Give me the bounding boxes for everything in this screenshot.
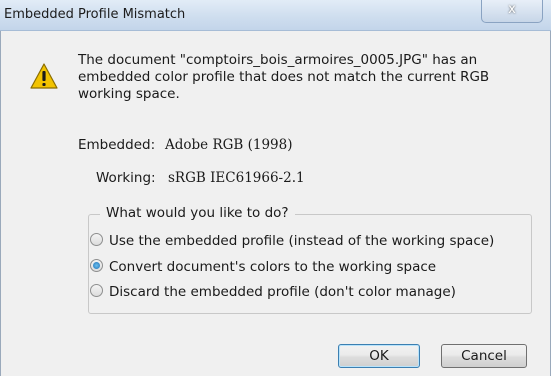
radio-discard[interactable] [90,284,103,297]
options-legend: What would you like to do? [100,205,295,221]
working-value: sRGB IEC61966-2.1 [168,170,305,186]
option-use-embedded-label: Use the embedded profile (instead of the… [109,233,495,249]
warning-icon [30,63,58,89]
option-convert[interactable]: Convert document's colors to the working… [90,259,436,279]
window-title: Embedded Profile Mismatch [4,7,186,22]
radio-convert[interactable] [90,259,103,272]
ok-button[interactable]: OK [338,344,420,368]
close-icon: x [508,2,516,17]
embedded-value: Adobe RGB (1998) [165,137,293,153]
working-label: Working: [96,170,156,186]
cancel-button[interactable]: Cancel [441,344,527,368]
radio-use-embedded[interactable] [90,233,103,246]
option-convert-label: Convert document's colors to the working… [109,259,437,275]
option-discard[interactable]: Discard the embedded profile (don't colo… [90,284,456,304]
title-bar: Embedded Profile Mismatch x [0,0,551,31]
option-discard-label: Discard the embedded profile (don't colo… [109,284,456,300]
close-button[interactable]: x [481,0,543,23]
embedded-label: Embedded: [78,137,156,153]
mismatch-message: The document "comptoirs_bois_armoires_00… [78,52,490,102]
option-use-embedded[interactable]: Use the embedded profile (instead of the… [90,233,494,253]
